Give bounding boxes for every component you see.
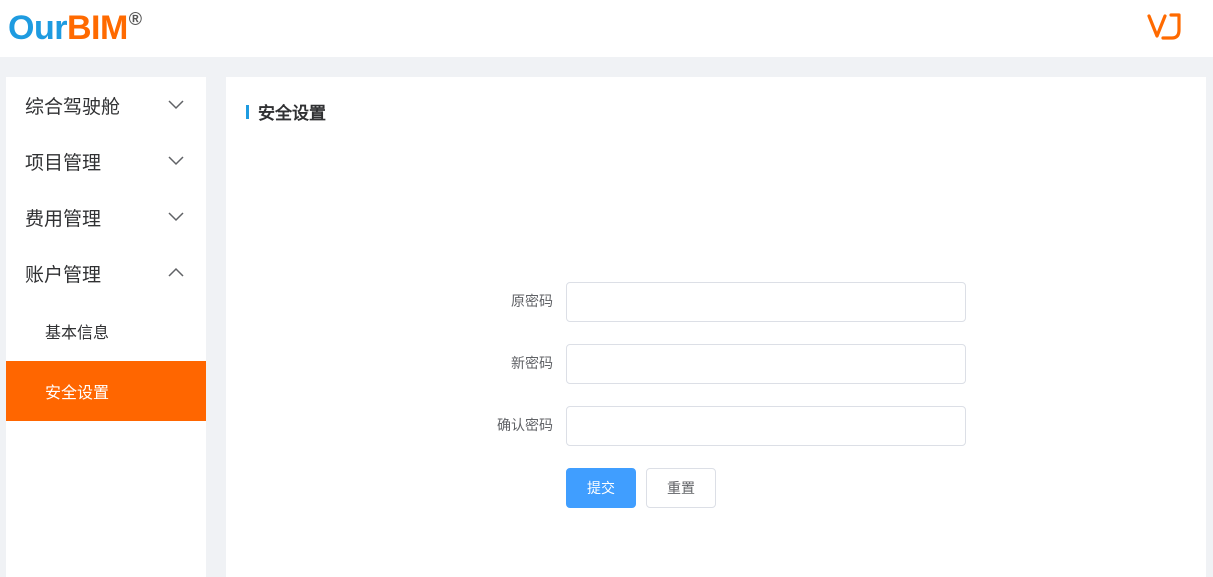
form-row-new-password: 新密码 — [226, 344, 1206, 384]
page-title-text: 安全设置 — [258, 104, 326, 124]
sidebar-item-label: 项目管理 — [25, 151, 102, 174]
reset-button[interactable]: 重置 — [646, 468, 716, 508]
chevron-down-icon — [168, 156, 184, 166]
sidebar-subitem-basic-info[interactable]: 基本信息 — [6, 301, 206, 361]
new-password-label: 新密码 — [511, 356, 553, 372]
logo-text-bim: BIM — [66, 9, 128, 47]
main-content: 安全设置 原密码 新密码 确认密码 提交 重置 — [226, 77, 1206, 577]
logo-text-our: Our — [8, 9, 67, 47]
logo-registered-mark: ® — [128, 9, 143, 29]
old-password-input[interactable] — [566, 282, 966, 322]
vj-logo-icon[interactable] — [1146, 10, 1184, 44]
sidebar-item-label: 综合驾驶舱 — [25, 95, 121, 118]
ourbim-logo[interactable]: Our BIM ® — [8, 6, 142, 50]
form-row-old-password: 原密码 — [226, 282, 1206, 322]
sidebar-item-account[interactable]: 账户管理 — [6, 245, 206, 301]
sidebar-item-label: 账户管理 — [25, 263, 102, 286]
page-title: 安全设置 — [246, 99, 326, 124]
sidebar-item-label: 费用管理 — [25, 207, 102, 230]
title-accent-bar — [246, 104, 249, 119]
top-header: Our BIM ® — [0, 0, 1213, 57]
sidebar-item-projects[interactable]: 项目管理 — [6, 133, 206, 189]
sidebar-subitem-security[interactable]: 安全设置 — [6, 361, 206, 421]
chevron-down-icon — [168, 212, 184, 222]
old-password-label: 原密码 — [511, 294, 553, 310]
sidebar-item-cockpit[interactable]: 综合驾驶舱 — [6, 77, 206, 133]
chevron-up-icon — [168, 267, 184, 277]
confirm-password-label: 确认密码 — [497, 418, 553, 434]
chevron-down-icon — [168, 100, 184, 110]
confirm-password-input[interactable] — [566, 406, 966, 446]
form-row-confirm-password: 确认密码 — [226, 406, 1206, 446]
submit-button[interactable]: 提交 — [566, 468, 636, 508]
sidebar-item-costs[interactable]: 费用管理 — [6, 189, 206, 245]
sidebar-subitem-label: 安全设置 — [45, 383, 110, 402]
sidebar-menu: 综合驾驶舱 项目管理 费用管理 账户管理 基本信息 安全设置 — [6, 77, 206, 577]
sidebar-subitem-label: 基本信息 — [45, 323, 110, 342]
new-password-input[interactable] — [566, 344, 966, 384]
